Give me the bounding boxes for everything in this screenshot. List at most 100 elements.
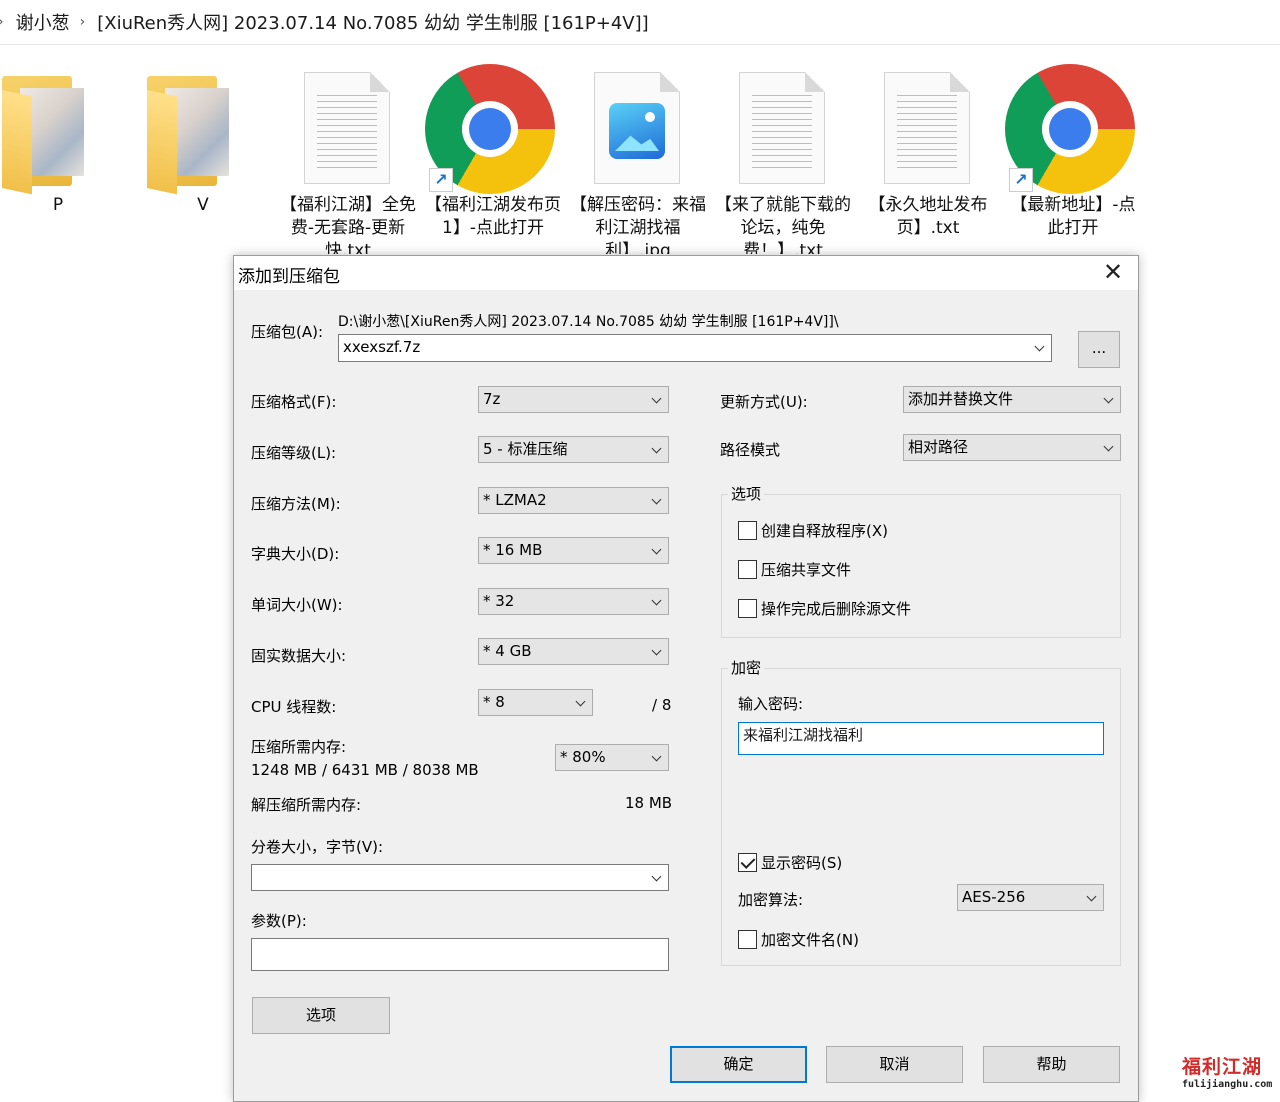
options-group: 选项 创建自释放程序(X) 压缩共享文件 操作完成后删除源文件: [721, 483, 1121, 638]
text-file-icon: [739, 72, 825, 184]
checkbox-box[interactable]: [738, 853, 757, 872]
path-mode-select[interactable]: 相对路径: [903, 434, 1121, 461]
chevron-down-icon[interactable]: [1104, 435, 1114, 460]
password-label: 输入密码:: [738, 695, 804, 713]
method-label: 压缩方法(M):: [251, 495, 341, 513]
file-label: 【最新地址】-点此打开: [1010, 195, 1136, 238]
checkbox-box[interactable]: [738, 930, 757, 949]
cpu-label: CPU 线程数:: [251, 698, 337, 716]
delete-after-label: 操作完成后删除源文件: [761, 600, 912, 618]
chevron-down-icon[interactable]: [652, 437, 662, 462]
mem-value: 1248 MB / 6431 MB / 8038 MB: [251, 761, 479, 779]
chevron-down-icon[interactable]: [576, 690, 586, 715]
watermark-logo: 福利江湖 fulijianghu.com: [1182, 1052, 1272, 1096]
close-icon[interactable]: ✕: [1088, 256, 1138, 290]
chevron-down-icon[interactable]: [652, 589, 662, 614]
word-label: 单词大小(W):: [251, 596, 343, 614]
archive-name-value: xxexszf.7z: [343, 338, 421, 356]
shortcut-arrow-icon: ↗: [1009, 168, 1033, 192]
chevron-down-icon[interactable]: [652, 488, 662, 513]
update-label: 更新方式(U):: [720, 393, 808, 411]
add-to-archive-dialog: 添加到压缩包 ✕ 压缩包(A): D:\谢小葱\[XiuRen秀人网] 2023…: [233, 255, 1139, 1102]
show-password-label: 显示密码(S): [761, 854, 843, 872]
encryption-group: 加密 输入密码: 来福利江湖找福利 显示密码(S) 加密算法: AES-256 …: [721, 657, 1121, 966]
file-label: 【永久地址发布页】.txt: [868, 195, 988, 238]
level-label: 压缩等级(L):: [251, 444, 337, 462]
split-label: 分卷大小，字节(V):: [251, 838, 384, 856]
cpu-total: / 8: [652, 696, 672, 714]
dict-label: 字典大小(D):: [251, 545, 340, 563]
password-input[interactable]: 来福利江湖找福利: [738, 722, 1104, 755]
chevron-right-icon[interactable]: ›: [80, 14, 86, 30]
chevron-down-icon[interactable]: [652, 639, 662, 664]
dialog-titlebar[interactable]: 添加到压缩包 ✕: [234, 256, 1138, 290]
encrypt-names-checkbox[interactable]: 加密文件名(N): [738, 929, 859, 950]
format-select[interactable]: 7z: [478, 386, 669, 413]
compress-shared-checkbox[interactable]: 压缩共享文件: [738, 559, 851, 580]
solid-value: * 4 GB: [483, 642, 532, 660]
word-select[interactable]: * 32: [478, 588, 669, 615]
chevron-down-icon[interactable]: [652, 745, 662, 770]
chevron-down-icon[interactable]: [1104, 387, 1114, 412]
delete-after-checkbox[interactable]: 操作完成后删除源文件: [738, 598, 911, 619]
folder-icon: [2, 76, 98, 195]
chevron-down-icon[interactable]: [1035, 335, 1045, 360]
update-value: 添加并替换文件: [908, 390, 1014, 408]
solid-select[interactable]: * 4 GB: [478, 638, 669, 665]
level-value: 5 - 标准压缩: [483, 440, 568, 458]
browse-button[interactable]: ...: [1078, 331, 1120, 368]
solid-label: 固实数据大小:: [251, 647, 347, 665]
checkbox-box[interactable]: [738, 599, 757, 618]
split-size-combo[interactable]: [251, 864, 669, 891]
create-sfx-label: 创建自释放程序(X): [761, 522, 888, 540]
path-mode-value: 相对路径: [908, 438, 969, 456]
text-file-icon: [884, 72, 970, 184]
checkbox-box[interactable]: [738, 560, 757, 579]
chevron-down-icon[interactable]: [652, 387, 662, 412]
path-mode-label: 路径模式: [720, 441, 781, 459]
archive-name-combo[interactable]: xxexszf.7z: [338, 334, 1052, 362]
options-group-title: 选项: [728, 483, 765, 504]
breadcrumb-item-current[interactable]: [XiuRen秀人网] 2023.07.14 No.7085 幼幼 学生制服 […: [97, 9, 648, 35]
algo-label: 加密算法:: [738, 891, 804, 909]
word-value: * 32: [483, 592, 515, 610]
ok-button[interactable]: 确定: [670, 1046, 807, 1083]
cpu-threads-select[interactable]: * 8: [478, 689, 593, 716]
folder-icon: [147, 76, 243, 195]
file-label: 【来了就能下载的论坛，纯免费！】.txt: [715, 195, 851, 254]
breadcrumb-item-parent[interactable]: 谢小葱: [16, 9, 70, 35]
show-password-checkbox[interactable]: 显示密码(S): [738, 852, 842, 873]
dict-select[interactable]: * 16 MB: [478, 537, 669, 564]
encryption-group-title: 加密: [728, 657, 765, 678]
algo-value: AES-256: [962, 888, 1026, 906]
chevron-down-icon[interactable]: [1087, 885, 1097, 910]
help-button[interactable]: 帮助: [983, 1046, 1120, 1083]
breadcrumb: › 谢小葱 › [XiuRen秀人网] 2023.07.14 No.7085 幼…: [0, 0, 1280, 45]
file-label: 【解压密码：来福利江湖找福利】.jpg: [570, 195, 706, 254]
watermark-title: 福利江湖: [1182, 1056, 1263, 1078]
file-label: V: [197, 195, 209, 215]
chevron-right-icon[interactable]: ›: [0, 14, 4, 30]
method-value: * LZMA2: [483, 491, 547, 509]
shortcut-arrow-icon: ↗: [429, 168, 453, 192]
compress-shared-label: 压缩共享文件: [761, 561, 852, 579]
format-label: 压缩格式(F):: [251, 393, 337, 411]
chevron-down-icon[interactable]: [652, 865, 662, 890]
text-file-icon: [304, 72, 390, 184]
update-mode-select[interactable]: 添加并替换文件: [903, 386, 1121, 413]
file-label: 【福利江湖发布页1】-点此打开: [425, 195, 561, 238]
encryption-algo-select[interactable]: AES-256: [957, 884, 1104, 911]
file-label: P: [52, 195, 64, 215]
file-label: 【福利江湖】全免费-无套路-更新快.txt: [280, 195, 416, 254]
level-select[interactable]: 5 - 标准压缩: [478, 436, 669, 463]
cancel-button[interactable]: 取消: [826, 1046, 963, 1083]
create-sfx-checkbox[interactable]: 创建自释放程序(X): [738, 520, 888, 541]
chevron-down-icon[interactable]: [652, 538, 662, 563]
checkbox-box[interactable]: [738, 521, 757, 540]
mem-percent-select[interactable]: * 80%: [555, 744, 669, 771]
params-input[interactable]: [251, 938, 669, 971]
dict-value: * 16 MB: [483, 541, 543, 559]
options-button[interactable]: 选项: [252, 997, 390, 1034]
image-file-icon: [594, 72, 680, 184]
method-select[interactable]: * LZMA2: [478, 487, 669, 514]
